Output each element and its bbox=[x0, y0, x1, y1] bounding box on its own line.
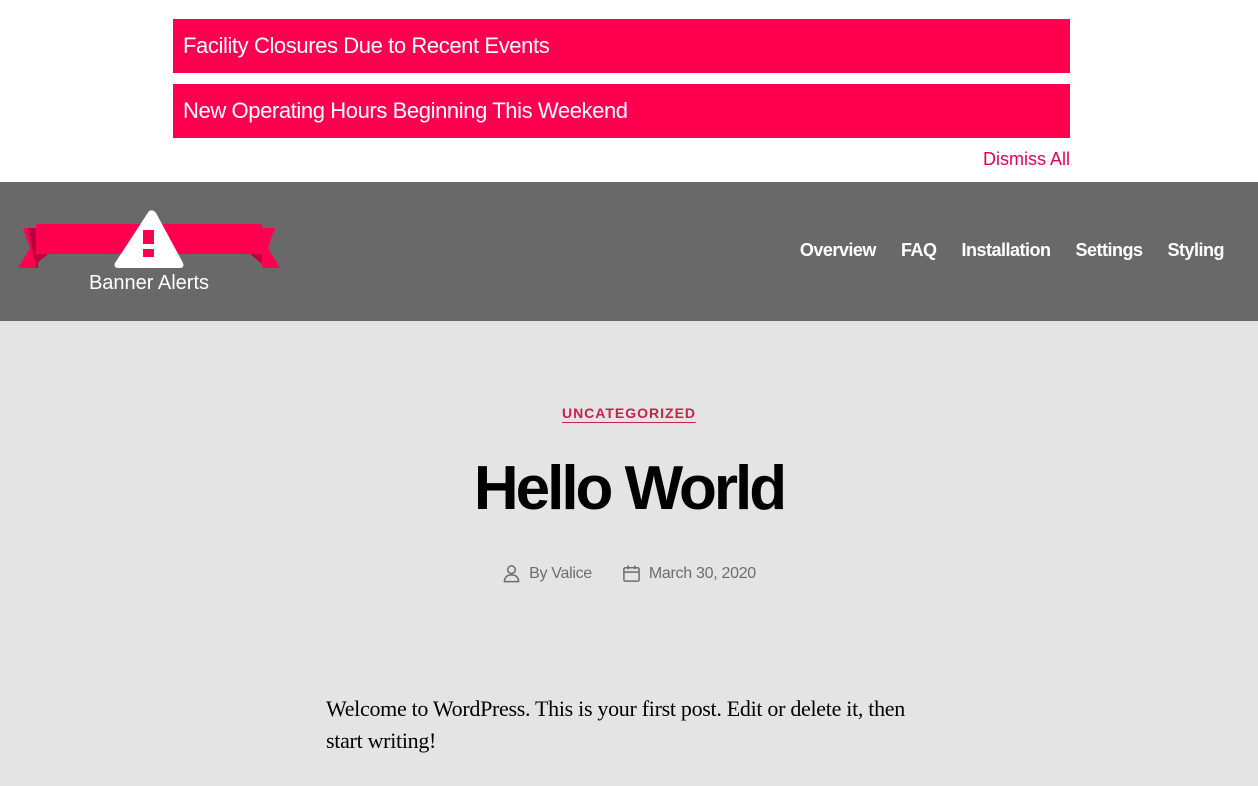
nav-item-overview[interactable]: Overview bbox=[800, 240, 877, 261]
category-link[interactable]: UNCATEGORIZED bbox=[562, 405, 696, 421]
alert-title: Facility Closures Due to Recent Events bbox=[183, 33, 550, 58]
post-body: Welcome to WordPress. This is your first… bbox=[326, 696, 905, 753]
post-title: Hello World bbox=[473, 454, 787, 523]
calendar-icon bbox=[623, 565, 640, 582]
post-category: UNCATEGORIZED bbox=[0, 405, 1258, 423]
user-icon bbox=[503, 565, 520, 583]
dismiss-all-button[interactable]: Dismiss All bbox=[983, 149, 1070, 170]
nav-item-settings[interactable]: Settings bbox=[1075, 240, 1143, 261]
logo-text: Banner Alerts bbox=[88, 272, 210, 294]
nav-item-faq[interactable]: FAQ bbox=[901, 240, 937, 261]
alert-banner-facility-closures[interactable]: Facility Closures Due to Recent Events bbox=[173, 19, 1070, 73]
post-meta: By Valice March 30, 2020 bbox=[0, 564, 1258, 583]
site-header: Banner Alerts Overview FAQ Installation … bbox=[0, 182, 1258, 321]
banner-alerts: Facility Closures Due to Recent Events N… bbox=[0, 0, 1258, 182]
nav-item-installation[interactable]: Installation bbox=[961, 240, 1051, 261]
banner-alerts-logo-icon bbox=[18, 210, 280, 268]
site-logo[interactable]: Banner Alerts bbox=[18, 208, 280, 300]
post-date: March 30, 2020 bbox=[622, 564, 756, 583]
primary-nav: Overview FAQ Installation Settings Styli… bbox=[800, 240, 1225, 261]
alert-banner-operating-hours[interactable]: New Operating Hours Beginning This Weeke… bbox=[173, 84, 1070, 138]
alert-title: New Operating Hours Beginning This Weeke… bbox=[183, 98, 628, 123]
post-content: UNCATEGORIZED Hello World By Valice Marc… bbox=[0, 321, 1258, 786]
nav-item-styling[interactable]: Styling bbox=[1167, 240, 1224, 261]
author-link[interactable]: By Valice bbox=[529, 565, 592, 583]
post-author: By Valice bbox=[502, 564, 592, 583]
date-link[interactable]: March 30, 2020 bbox=[649, 565, 756, 583]
